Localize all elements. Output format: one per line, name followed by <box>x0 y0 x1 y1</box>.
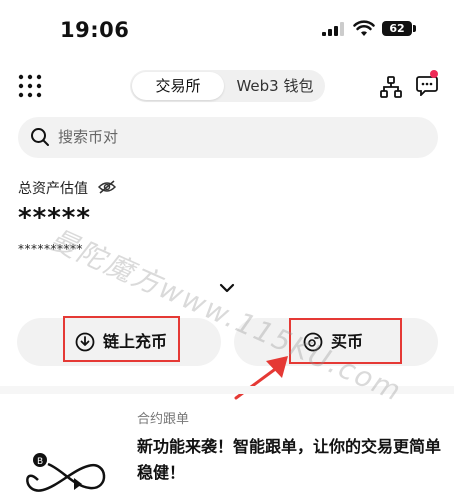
eye-hidden-icon[interactable] <box>98 180 116 194</box>
wifi-icon <box>353 20 375 36</box>
copy-trading-illustration: B <box>26 453 106 492</box>
search-icon <box>31 128 49 146</box>
promo-headline[interactable]: 新功能来袭！智能跟单，让你的交易更简单稳健！ <box>137 434 442 486</box>
tab-web3-wallet[interactable]: Web3 钱包 <box>228 72 322 100</box>
promo-category: 合约跟单 <box>137 412 190 427</box>
total-asset-label: 总资产估值 <box>18 181 88 197</box>
search-bar[interactable]: 搜索币对 <box>18 117 438 158</box>
status-time: 19:06 <box>60 18 130 42</box>
signal-icon <box>322 22 344 36</box>
battery-indicator: 62 <box>382 21 412 36</box>
watermark: 曼陀魔方www.115KU.com <box>44 222 408 409</box>
exchange-wallet-switch: 交易所 Web3 钱包 <box>130 70 325 102</box>
highlight-box-deposit <box>63 316 180 362</box>
network-icon[interactable] <box>380 76 402 98</box>
search-placeholder: 搜索币对 <box>58 128 119 146</box>
svg-text:B: B <box>37 457 43 467</box>
apps-grid-icon[interactable] <box>18 74 42 98</box>
battery-cap <box>413 25 416 32</box>
tab-exchange[interactable]: 交易所 <box>132 72 224 100</box>
notification-badge <box>430 70 438 78</box>
